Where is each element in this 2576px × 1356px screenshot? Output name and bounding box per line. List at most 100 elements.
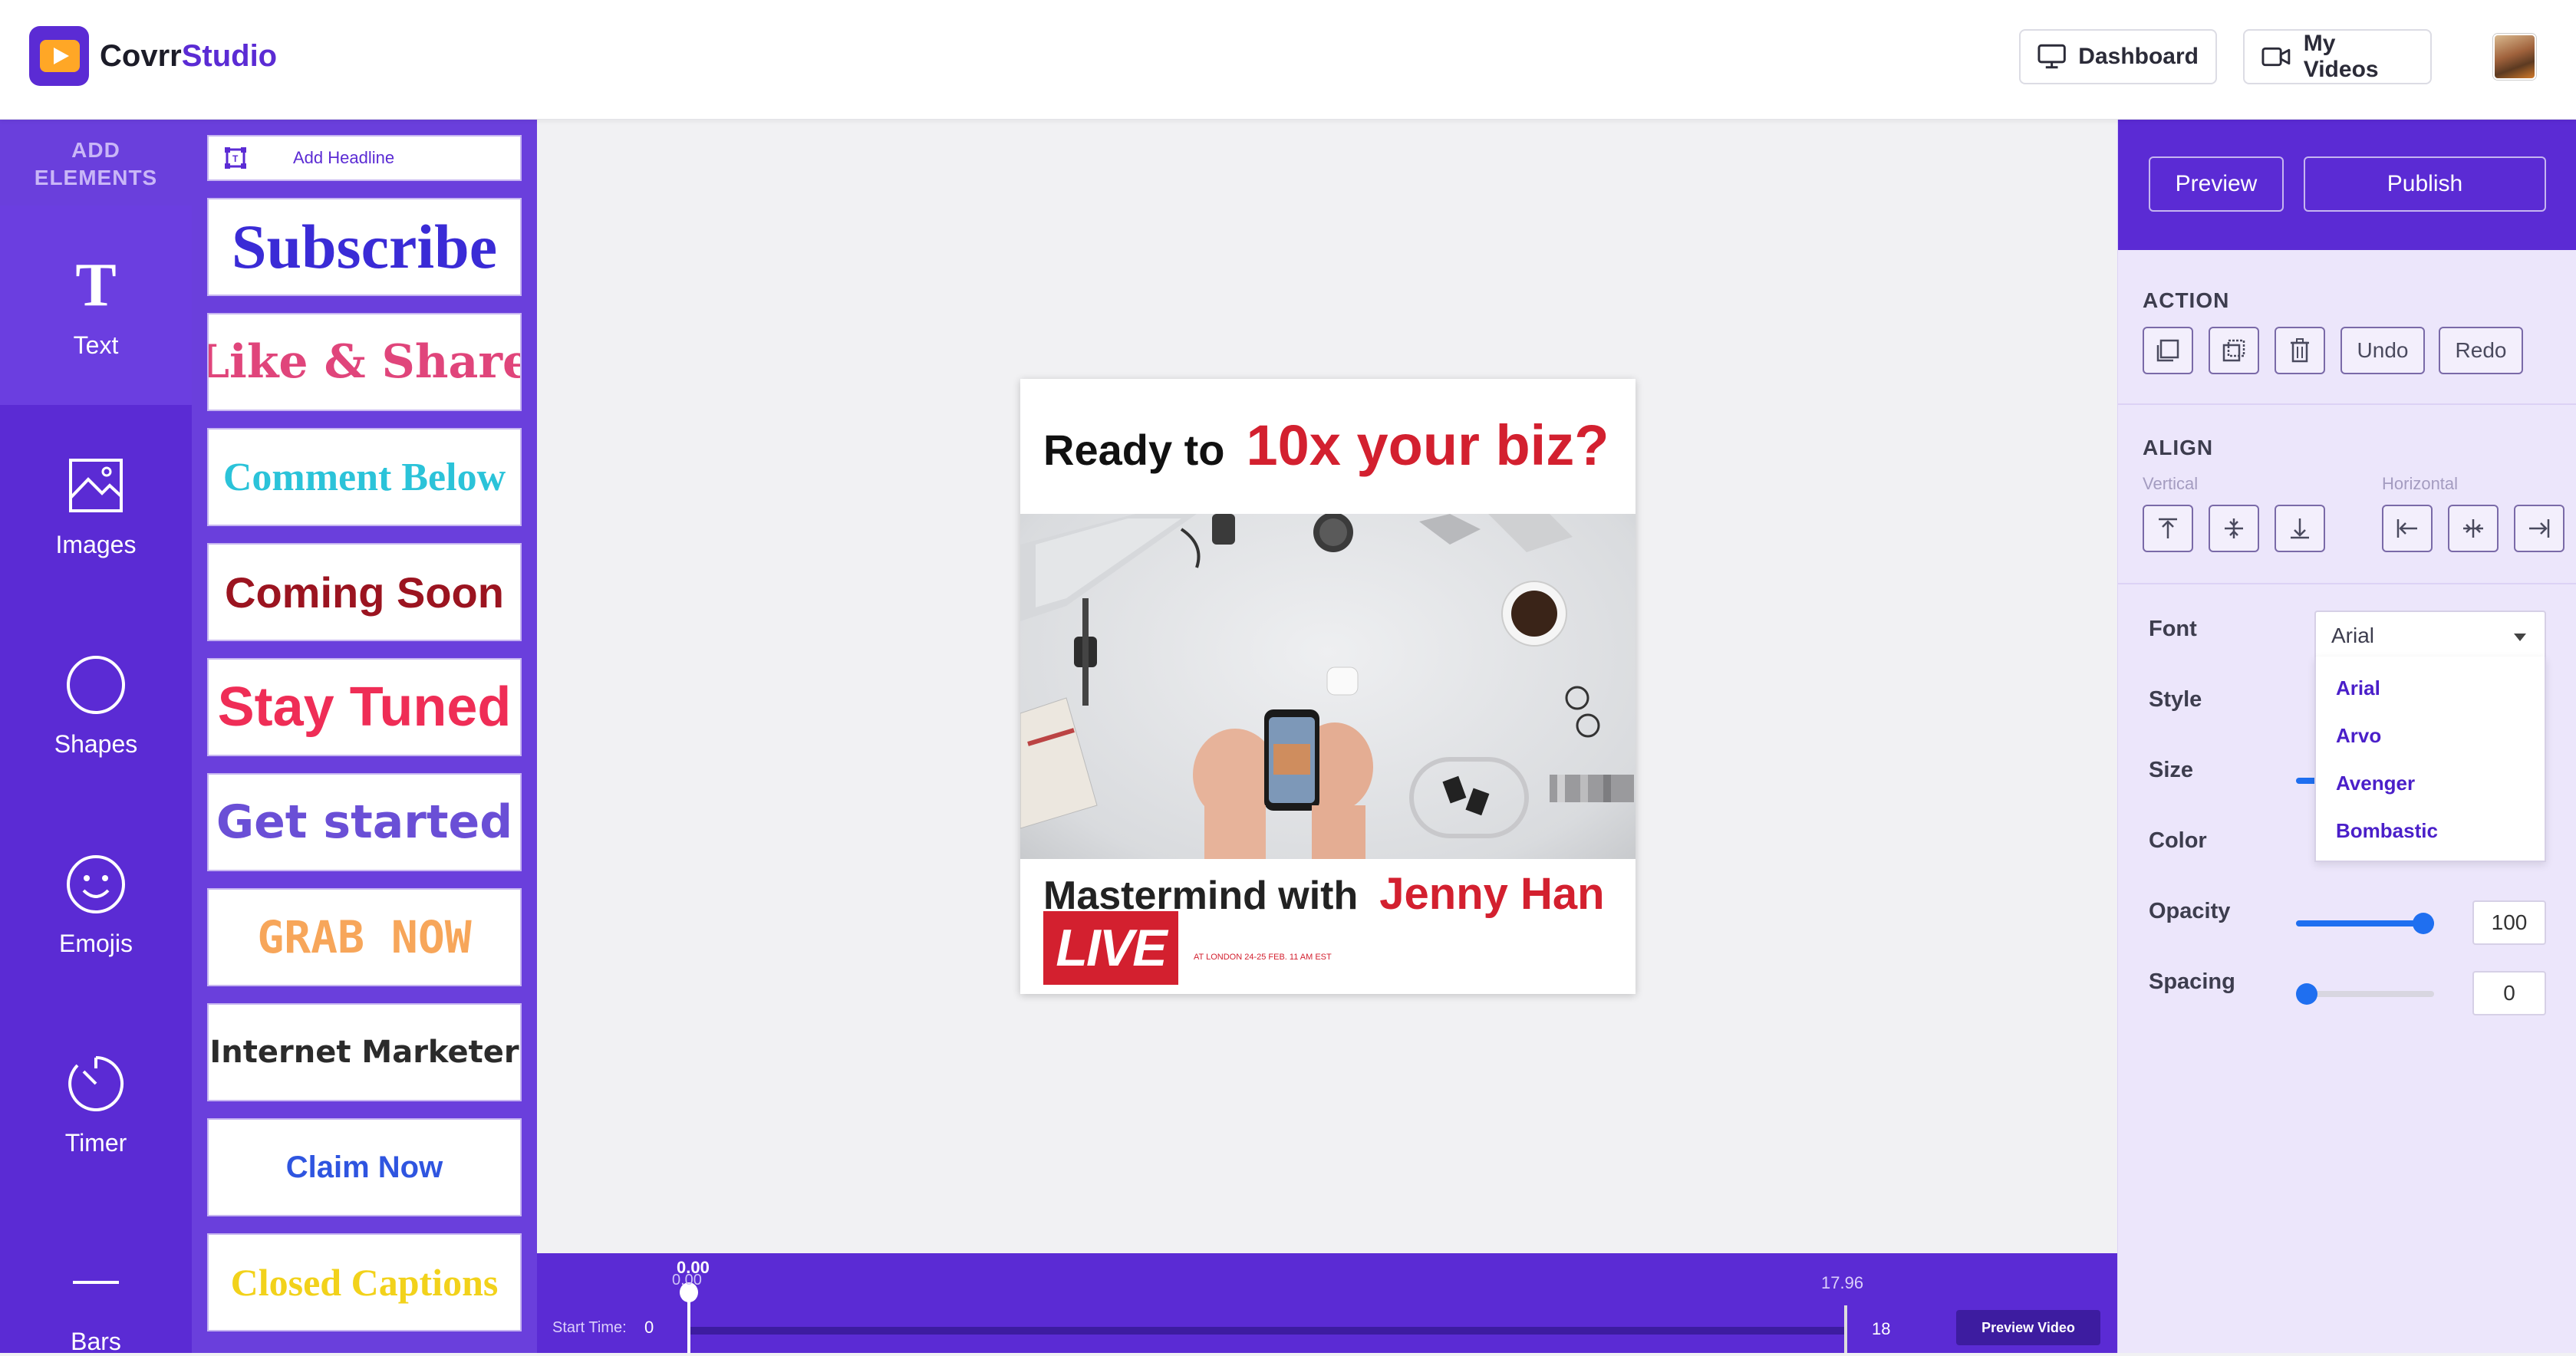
font-select[interactable]: Arial: [2314, 611, 2546, 661]
font-option-arvo[interactable]: Arvo: [2316, 712, 2545, 759]
spacing-label: Spacing: [2149, 969, 2235, 994]
rail-item-shapes[interactable]: Shapes: [0, 604, 192, 804]
opacity-slider-knob[interactable]: [2413, 913, 2434, 934]
video-camera-icon: [2261, 47, 2291, 67]
text-preset-internet-marketer[interactable]: Internet Marketer: [207, 1003, 522, 1101]
dashboard-button[interactable]: Dashboard: [2019, 29, 2217, 84]
logo-icon: [29, 26, 89, 86]
font-label: Font: [2149, 617, 2197, 641]
font-option-bombastic[interactable]: Bombastic: [2316, 807, 2545, 854]
dashboard-label: Dashboard: [2078, 44, 2199, 69]
align-middle-icon: [2225, 518, 2243, 538]
text-preset-comment-below[interactable]: Comment Below: [207, 428, 522, 526]
font-dropdown-menu: Arial Arvo Avenger Bombastic: [2314, 657, 2546, 862]
rail-item-label: Images: [55, 530, 137, 558]
text-preset-get-started[interactable]: Get started: [207, 773, 522, 871]
undo-button[interactable]: Undo: [2340, 327, 2425, 374]
align-left-button[interactable]: [2382, 505, 2433, 552]
align-bottom-button[interactable]: [2275, 505, 2325, 552]
end-time-value: 18: [1872, 1319, 1891, 1338]
panel-header: Preview Publish: [2118, 120, 2576, 250]
my-videos-button[interactable]: My Videos: [2243, 29, 2432, 84]
end-time-marker: 17.96: [1821, 1273, 1864, 1292]
text-preset-claim-now[interactable]: Claim Now: [207, 1118, 522, 1216]
size-label: Size: [2149, 758, 2194, 782]
opacity-slider[interactable]: [2296, 913, 2434, 934]
app-logo[interactable]: CovrrStudio: [29, 26, 277, 86]
rail-item-images[interactable]: Images: [0, 405, 192, 604]
properties-panel: Preview Publish ACTION Undo Redo ALIGN V…: [2117, 120, 2576, 1353]
rail-item-label: Emojis: [58, 929, 133, 957]
align-top-icon: [2159, 518, 2177, 538]
avatar[interactable]: [2493, 34, 2536, 80]
event-details-text[interactable]: AT LONDON 24-25 FEB. 11 AM EST: [1194, 953, 1332, 962]
rail-item-label: Timer: [64, 1128, 127, 1157]
timer-icon: [67, 1049, 125, 1118]
chevron-down-icon: [2514, 634, 2526, 641]
background-photo[interactable]: [1020, 512, 1636, 859]
vertical-label: Vertical: [2143, 474, 2199, 493]
monitor-icon: [2037, 44, 2066, 69]
timeline: Start Time: 0 0.00 0.00 17.96 18 Preview…: [537, 1253, 2117, 1353]
opacity-input[interactable]: 100: [2472, 900, 2546, 945]
app-name: CovrrStudio: [100, 38, 278, 73]
my-videos-label: My Videos: [2303, 31, 2379, 82]
image-icon: [68, 451, 124, 520]
rail-item-label: Bars: [71, 1328, 121, 1355]
bar-icon: [73, 1248, 119, 1317]
align-right-icon: [2529, 519, 2550, 538]
rail-item-label: Shapes: [54, 729, 138, 758]
add-headline-button[interactable]: T Add Headline: [207, 135, 522, 181]
action-section: ACTION Undo Redo: [2118, 250, 2576, 405]
align-bottom-icon: [2291, 518, 2309, 539]
preview-video-button[interactable]: Preview Video: [1956, 1310, 2100, 1345]
font-option-avenger[interactable]: Avenger: [2316, 759, 2545, 807]
text-preset-coming-soon[interactable]: Coming Soon: [207, 543, 522, 641]
opacity-label: Opacity: [2149, 899, 2231, 923]
svg-text:T: T: [232, 153, 239, 164]
add-elements-rail: ADD ELEMENTS T Text Images Shapes Emojis…: [0, 120, 192, 1356]
current-time-shadow: 0.00: [672, 1272, 702, 1289]
copy-icon: [2222, 339, 2245, 362]
rail-item-emojis[interactable]: Emojis: [0, 804, 192, 1003]
align-title: ALIGN: [2143, 436, 2214, 459]
rail-item-bars[interactable]: Bars: [0, 1203, 192, 1356]
top-bar: CovrrStudio Dashboard My Videos: [0, 0, 2576, 120]
artboard[interactable]: Ready to 10x your biz? Mastermind with J…: [1020, 379, 1636, 994]
redo-button[interactable]: Redo: [2439, 327, 2523, 374]
delete-button[interactable]: [2275, 327, 2325, 374]
headline-text[interactable]: Ready to 10x your biz?: [1043, 413, 1609, 478]
text-preset-stay-tuned[interactable]: Stay Tuned: [207, 658, 522, 756]
preview-button[interactable]: Preview: [2149, 156, 2284, 212]
publish-button[interactable]: Publish: [2304, 156, 2546, 212]
align-right-button[interactable]: [2514, 505, 2564, 552]
add-headline-label: Add Headline: [293, 148, 395, 167]
text-preset-grab-now[interactable]: GRAB NOW: [207, 888, 522, 986]
start-time-value: 0: [644, 1318, 654, 1337]
horizontal-label: Horizontal: [2382, 474, 2459, 493]
copy-button[interactable]: [2209, 327, 2259, 374]
align-top-button[interactable]: [2143, 505, 2193, 552]
align-section: ALIGN Vertical Horizontal: [2118, 405, 2576, 584]
action-title: ACTION: [2143, 288, 2230, 312]
text-preset-subscribe[interactable]: Subscribe: [207, 198, 522, 296]
duplicate-button[interactable]: [2143, 327, 2193, 374]
rail-item-timer[interactable]: Timer: [0, 1003, 192, 1203]
rail-item-text[interactable]: T Text: [0, 206, 192, 405]
align-center-button[interactable]: [2448, 505, 2499, 552]
align-middle-button[interactable]: [2209, 505, 2259, 552]
text-preset-closed-captions[interactable]: Closed Captions: [207, 1233, 522, 1331]
spacing-slider[interactable]: [2296, 983, 2434, 1005]
style-label: Style: [2149, 687, 2202, 712]
rail-title: ADD ELEMENTS: [0, 120, 192, 206]
font-option-arial[interactable]: Arial: [2316, 664, 2545, 712]
align-left-icon: [2396, 519, 2417, 538]
spacing-slider-knob[interactable]: [2296, 983, 2317, 1005]
spacing-input[interactable]: 0: [2472, 971, 2546, 1015]
rail-item-label: Text: [73, 331, 119, 359]
canvas-area[interactable]: Ready to 10x your biz? Mastermind with J…: [537, 120, 2117, 1253]
timeline-track[interactable]: [687, 1327, 1847, 1335]
live-badge[interactable]: LIVE: [1043, 911, 1178, 985]
timeline-end-handle[interactable]: [1844, 1305, 1847, 1353]
text-preset-like-share[interactable]: Like & Share: [207, 313, 522, 411]
